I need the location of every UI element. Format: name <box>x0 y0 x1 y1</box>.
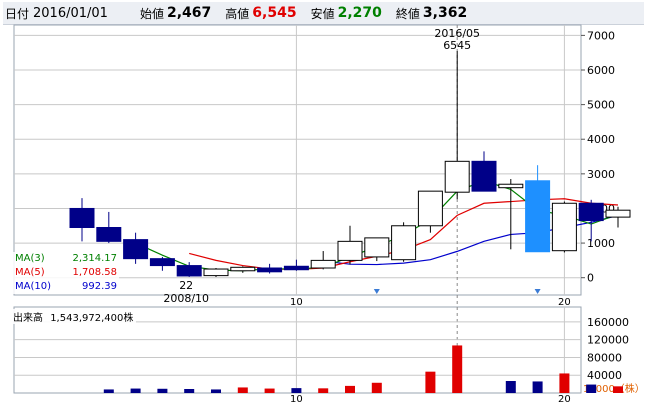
price-ytick-label: 6000 <box>587 64 615 77</box>
ma3-legend-row: MA(3) 2,314.17 <box>13 252 119 266</box>
candle-body <box>149 258 175 267</box>
volume-ytick-label: 80000 <box>587 351 622 364</box>
volume-bar <box>184 389 195 393</box>
candle-body <box>176 265 202 277</box>
volume-bar <box>211 389 221 393</box>
high-annotation-value: 6545 <box>443 39 471 52</box>
volume-ytick-label: 120000 <box>587 334 629 347</box>
candle-body <box>417 190 443 227</box>
ma10-value: 992.39 <box>82 281 117 292</box>
candle-body <box>578 202 604 222</box>
candle-body <box>471 160 497 192</box>
candle-body <box>123 239 149 260</box>
volume-bar <box>559 373 570 393</box>
volume-bar <box>103 389 114 393</box>
volume-bar <box>264 388 275 393</box>
volume-bar <box>505 381 516 393</box>
volume-bar <box>425 371 436 393</box>
volume-bar <box>318 388 329 393</box>
ma5-label: MA(5) <box>15 267 45 278</box>
ma10-label: MA(10) <box>15 281 51 292</box>
volume-legend: 出来高 1,543,972,400株 <box>13 309 137 324</box>
volume-bar <box>237 387 248 393</box>
volume-bar <box>157 388 168 393</box>
candle-body <box>605 209 631 218</box>
ma-legend: MA(3) 2,314.17 MA(5) 1,708.58 MA(10) 992… <box>13 252 119 294</box>
ma3-value: 2,314.17 <box>72 253 117 264</box>
candle-body <box>230 266 256 272</box>
price-ytick-label: 3000 <box>587 168 615 181</box>
price-xtick-label: 10 <box>290 297 303 308</box>
candle-body <box>310 259 336 269</box>
candle-body <box>444 160 470 193</box>
candle-body <box>283 265 309 271</box>
price-xtick-label: 20 <box>558 297 571 308</box>
candle-body <box>364 237 390 258</box>
volume-label: 出来高 <box>13 313 43 324</box>
low-annotation-value: 22 <box>179 279 193 292</box>
price-ytick-label: 7000 <box>587 29 615 42</box>
price-ytick-label: 0 <box>587 272 594 285</box>
volume-bar <box>586 384 597 393</box>
ma5-value: 1,708.58 <box>72 267 117 278</box>
candle-body <box>257 267 283 273</box>
volume-bar <box>345 385 355 393</box>
ma10-legend-row: MA(10) 992.39 <box>13 280 119 294</box>
volume-bar <box>371 382 382 393</box>
volume-total: 1,543,972,400株 <box>50 313 134 324</box>
candle-body <box>551 202 577 252</box>
price-ytick-label: 4000 <box>587 133 615 146</box>
candle-body <box>337 240 363 261</box>
candle-body <box>498 183 524 189</box>
candle-body <box>96 227 122 242</box>
candle-body <box>525 180 551 253</box>
ma5-legend-row: MA(5) 1,708.58 <box>13 266 119 280</box>
volume-ytick-label: 40000 <box>587 369 622 382</box>
volume-bar <box>291 388 302 393</box>
candle-body <box>203 268 229 277</box>
low-annotation-date: 2008/10 <box>163 292 209 305</box>
volume-bar <box>452 345 463 393</box>
volume-bar <box>130 388 141 393</box>
chart-window: 日付 2016/01/01 始値 2,467 高値 6,545 安値 2,270… <box>1 0 646 406</box>
volume-xtick-label: 20 <box>558 394 571 405</box>
volume-ytick-label: 160000 <box>587 316 629 329</box>
price-chart: 0100020003000400050006000700010102020201… <box>13 24 645 405</box>
candle-body <box>69 207 95 228</box>
volume-bar <box>532 381 543 393</box>
volume-xtick-label: 10 <box>290 394 303 405</box>
candle-body <box>391 225 417 261</box>
ma3-label: MA(3) <box>15 253 45 264</box>
volume-bar <box>613 386 623 393</box>
price-ytick-label: 5000 <box>587 99 615 112</box>
